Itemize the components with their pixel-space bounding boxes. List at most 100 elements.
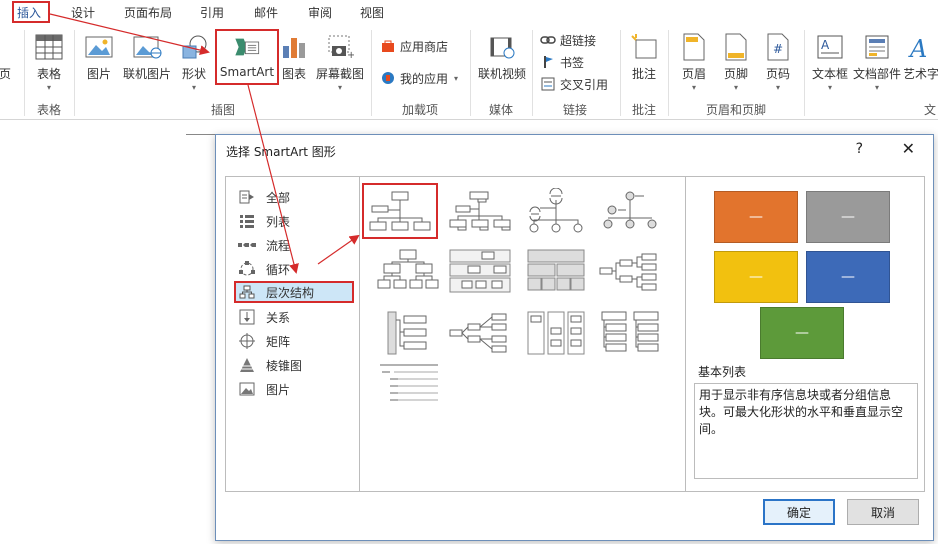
preview-shape-3: — [714, 251, 798, 303]
quick-parts-button[interactable]: 文档部件 ▾ [852, 28, 902, 96]
preview-shape-2: — [806, 191, 890, 243]
shapes-button[interactable]: 形状 ▾ [180, 28, 208, 96]
bookmark-button[interactable]: 书签 [540, 52, 584, 72]
layout-hierarchy[interactable] [370, 243, 446, 299]
tab-design[interactable]: 设计 [71, 4, 95, 21]
screenshot-button[interactable]: + 屏幕截图 ▾ [314, 28, 366, 96]
text-box-icon: A [815, 32, 845, 62]
svg-text:+: + [347, 50, 354, 60]
footer-button[interactable]: 页脚 ▾ [722, 28, 750, 96]
svg-text:A: A [821, 38, 830, 52]
cancel-button[interactable]: 取消 [847, 499, 919, 525]
chevron-down-icon: ▾ [827, 83, 832, 92]
preview-shape-1: — [714, 191, 798, 243]
process-icon [238, 237, 256, 253]
divider [470, 30, 471, 116]
tab-references[interactable]: 引用 [200, 4, 224, 21]
tab-mailings[interactable]: 邮件 [254, 4, 278, 21]
category-relationship[interactable]: 关系 [238, 306, 290, 328]
store-icon [380, 38, 396, 54]
layout-team-hierarchy[interactable] [518, 305, 594, 361]
chart-button[interactable]: 图表 [280, 28, 308, 96]
layout-labeled-hierarchy[interactable] [442, 243, 518, 299]
divider [532, 30, 533, 116]
hyperlink-button[interactable]: 超链接 [540, 30, 596, 50]
category-list-item[interactable]: 列表 [238, 210, 290, 232]
category-cycle[interactable]: 循环 [238, 258, 290, 280]
layout-organization-chart[interactable] [362, 183, 438, 239]
online-picture-button[interactable]: 联机图片 [122, 28, 172, 96]
bookmark-icon [540, 54, 556, 70]
close-icon[interactable]: ✕ [902, 139, 915, 158]
layout-title: 基本列表 [698, 365, 747, 379]
layout-half-circle-org-chart[interactable] [518, 183, 594, 239]
comment-button[interactable]: 批注 [630, 28, 658, 96]
group-label-media: 媒体 [489, 103, 514, 117]
cross-reference-button[interactable]: 交叉引用 [540, 74, 608, 94]
svg-text:A: A [908, 35, 927, 61]
smartart-dialog: 选择 SmartArt 图形 ? ✕ 全部 列表 流程 循环 层次结构 关系 矩… [215, 134, 934, 541]
picture-button[interactable]: 图片 [84, 28, 114, 96]
category-picture[interactable]: 图片 [238, 378, 290, 400]
divider [620, 30, 621, 116]
my-apps-icon [380, 70, 396, 86]
group-label-tables: 表格 [37, 103, 62, 117]
group-label-header-footer: 页眉和页脚 [706, 103, 767, 117]
layout-architecture-layout[interactable] [442, 305, 518, 361]
highlight-insert-tab [12, 1, 50, 23]
group-label-comments: 批注 [632, 103, 657, 117]
category-all[interactable]: 全部 [238, 186, 290, 208]
chevron-down-icon: ▾ [775, 83, 780, 92]
tab-page-layout[interactable]: 页面布局 [124, 4, 172, 21]
tab-view[interactable]: 视图 [360, 4, 384, 21]
layout-list-hierarchy[interactable] [370, 305, 446, 361]
category-matrix[interactable]: 矩阵 [238, 330, 290, 352]
wordart-button[interactable]: A 艺术字 [904, 28, 938, 96]
header-button[interactable]: 页眉 ▾ [680, 28, 708, 96]
matrix-icon [238, 333, 256, 349]
cross-reference-icon [540, 76, 556, 92]
my-apps-button[interactable]: 我的应用 ▾ [380, 68, 458, 88]
category-hierarchy[interactable]: 层次结构 [234, 281, 354, 303]
picture-icon [84, 32, 114, 62]
divider [804, 30, 805, 116]
layout-horizontal-hierarchy[interactable] [592, 243, 668, 299]
shapes-icon [179, 32, 209, 62]
divider [371, 30, 372, 116]
page-button[interactable]: 页 [0, 28, 12, 96]
chevron-down-icon: ▾ [337, 83, 342, 92]
ok-button[interactable]: 确定 [763, 499, 835, 525]
help-icon[interactable]: ? [856, 141, 863, 157]
word-window: 插入 设计 页面布局 引用 邮件 审阅 视图 页 表格 ▾ 表格 图片 联机图片… [0, 0, 938, 544]
page-icon [0, 32, 20, 62]
picture-icon [238, 381, 256, 397]
page-number-icon: # [763, 32, 793, 62]
chevron-down-icon: ▾ [454, 73, 459, 83]
category-pyramid[interactable]: 棱锥图 [238, 354, 302, 376]
chevron-down-icon: ▾ [733, 83, 738, 92]
chevron-down-icon: ▾ [46, 83, 51, 92]
category-process[interactable]: 流程 [238, 234, 290, 256]
divider [74, 30, 75, 116]
layout-circle-picture-hierarchy[interactable] [592, 183, 668, 239]
video-icon [487, 32, 517, 62]
quick-parts-icon [862, 32, 892, 62]
layout-table-hierarchy[interactable] [518, 243, 594, 299]
dialog-title: 选择 SmartArt 图形 [226, 145, 336, 159]
app-store-button[interactable]: 应用商店 [380, 36, 448, 56]
chevron-down-icon: ▾ [691, 83, 696, 92]
chevron-down-icon: ▾ [191, 83, 196, 92]
group-label-text: 文 [924, 103, 937, 117]
online-video-button[interactable]: 联机视频 [476, 28, 528, 96]
all-icon [238, 189, 256, 205]
svg-text:#: # [773, 42, 783, 56]
text-box-button[interactable]: A 文本框 ▾ [810, 28, 850, 96]
divider [24, 30, 25, 116]
table-button[interactable]: 表格 ▾ [33, 28, 65, 96]
layout-name-title-org-chart[interactable] [442, 183, 518, 239]
layout-hierarchy-list[interactable] [592, 305, 668, 361]
layout-horizontal-org-chart[interactable] [370, 357, 446, 413]
page-number-button[interactable]: # 页码 ▾ [764, 28, 792, 96]
tab-review[interactable]: 审阅 [308, 4, 332, 21]
ribbon-tabs: 插入 设计 页面布局 引用 邮件 审阅 视图 [0, 0, 938, 24]
